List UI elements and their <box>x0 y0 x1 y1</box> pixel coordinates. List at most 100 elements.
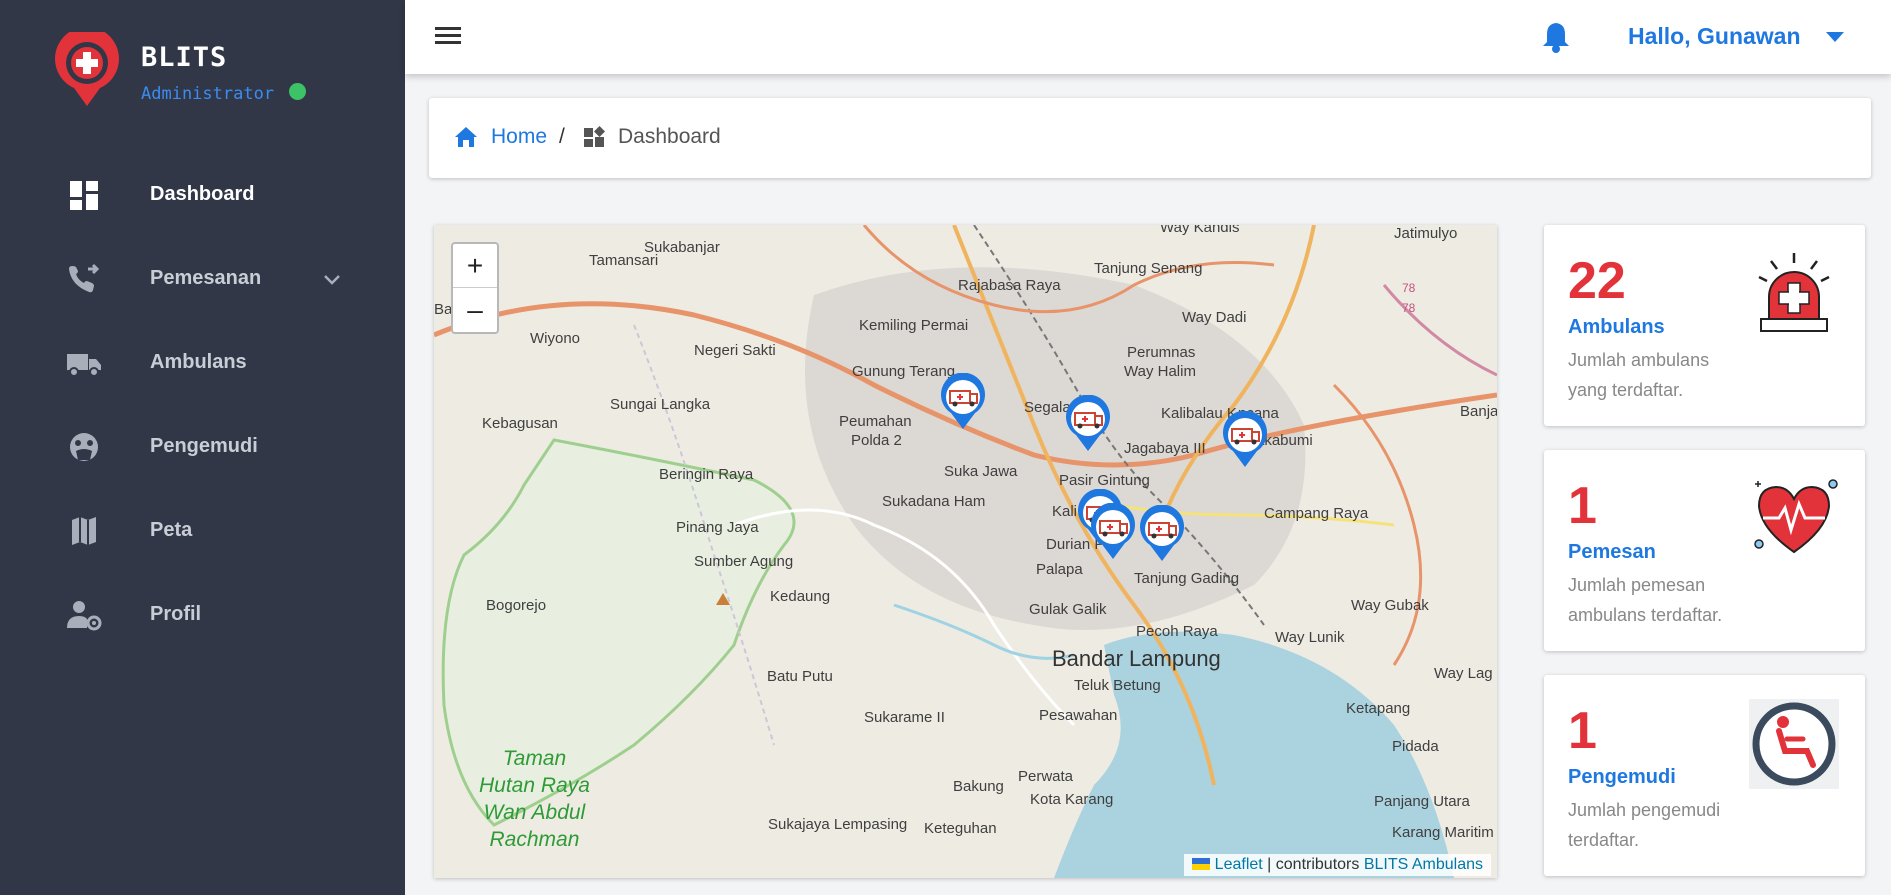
zoom-control: + – <box>451 242 499 334</box>
face-icon <box>70 433 98 461</box>
chevron-down-icon <box>324 275 340 285</box>
heartbeat-icon <box>1754 479 1838 554</box>
map-label: Sungai Langka <box>610 396 711 413</box>
ambulance-marker-icon[interactable] <box>939 373 987 431</box>
notification-bell-icon[interactable] <box>1541 20 1571 54</box>
map-attribution: Leaflet | contributors BLITS Ambulans <box>1183 854 1491 876</box>
map-label: Perwata <box>1018 768 1074 785</box>
map-label: Tanjung Gading <box>1134 570 1240 587</box>
map-label-city: Bandar Lampung <box>1052 646 1221 671</box>
map-label: Pidada <box>1392 738 1439 755</box>
sidebar: BLITS Administrator Dashboard Pemesanan <box>0 0 405 895</box>
map-label: Way Lag <box>1434 665 1493 682</box>
map-label: Perumnas <box>1127 344 1196 361</box>
map-label: Negeri Sakti <box>694 342 776 359</box>
map-label: 78 <box>1402 281 1416 295</box>
zoom-in-button[interactable]: + <box>453 244 497 288</box>
leaflet-link[interactable]: Leaflet <box>1215 856 1263 873</box>
map-label: Sukarame II <box>864 709 945 726</box>
ambulance-logo-icon <box>55 32 119 106</box>
ambulance-marker-icon[interactable] <box>1064 395 1112 453</box>
home-icon[interactable] <box>453 125 479 149</box>
map-label: Pesawahan <box>1039 707 1118 724</box>
user-cog-icon <box>67 601 102 631</box>
stat-description: Jumlah pengemudi terdaftar. <box>1568 800 1721 850</box>
map-label-park: Taman Hutan Raya Wan Abdul Rachman <box>479 747 590 851</box>
map-label: Sukadana Ham <box>882 493 986 510</box>
ambulance-marker-icon[interactable] <box>1221 411 1269 469</box>
truck-icon <box>67 354 101 377</box>
attribution-source-link[interactable]: BLITS Ambulans <box>1364 856 1483 873</box>
map-label: Sumber Agung <box>694 553 794 570</box>
sidebar-item-label: Pemesanan <box>150 267 262 289</box>
map-label: Karang Maritim <box>1392 824 1494 841</box>
map-label: Campang Raya <box>1264 505 1369 522</box>
map-label: Way Gubak <box>1351 597 1429 614</box>
brand-role: Administrator <box>141 84 275 104</box>
sidebar-item-profil[interactable]: Profil <box>0 573 405 657</box>
map-label: Pasir Gintung <box>1059 472 1150 489</box>
map-label: Way Dadi <box>1182 309 1247 326</box>
stat-card-pemesan: 1 Pemesan Jumlah pemesan ambulans terdaf… <box>1544 450 1865 651</box>
map-label: Peumahan <box>839 413 912 430</box>
map-label: Banjar <box>1460 403 1497 420</box>
sidebar-nav: Dashboard Pemesanan Ambulans Pengemudi P… <box>0 153 405 657</box>
map-label: Tamansari <box>589 252 659 269</box>
map-label: Kemiling Permai <box>859 317 969 334</box>
map-label: Pinang Jaya <box>676 519 759 536</box>
map-label: Sukajaya Lempasing <box>768 816 908 833</box>
ambulance-map[interactable]: Sukabanjar Tamansari Rajabasa Raya Tanju… <box>434 225 1497 878</box>
dashboard-icon <box>70 181 98 210</box>
map-icon <box>72 517 96 545</box>
breadcrumb-separator: / <box>559 125 565 148</box>
stat-title: Pengemudi <box>1568 766 1676 788</box>
map-label: Keteguhan <box>924 820 997 837</box>
ambulance-marker-icon[interactable] <box>1089 503 1137 561</box>
user-menu-greeting[interactable]: Hallo, Gunawan <box>1628 23 1801 50</box>
sidebar-item-label: Pengemudi <box>150 435 258 457</box>
brand: BLITS Administrator <box>52 32 382 112</box>
zoom-out-button[interactable]: – <box>453 288 497 332</box>
map-label: Gulak Galik <box>1029 601 1107 618</box>
sidebar-item-label: Ambulans <box>150 351 247 373</box>
ukraine-flag-icon <box>1191 858 1210 870</box>
map-label: Beringin Raya <box>659 466 754 483</box>
hamburger-menu-icon[interactable] <box>433 22 463 50</box>
sidebar-item-pemesanan[interactable]: Pemesanan <box>0 237 405 321</box>
stat-value: 1 <box>1568 702 1597 760</box>
map-label: 78 <box>1402 301 1416 315</box>
map-label: Jatimulyo <box>1394 225 1458 242</box>
stat-title: Pemesan <box>1568 541 1656 563</box>
map-label: Tanjung Senang <box>1094 260 1203 277</box>
map-label: Kota Karang <box>1030 791 1114 808</box>
caret-down-icon[interactable] <box>1824 30 1846 44</box>
map-label: Panjang Utara <box>1374 793 1470 810</box>
map-label: Bakung <box>953 778 1004 795</box>
sidebar-item-dashboard[interactable]: Dashboard <box>0 153 405 237</box>
map-label: Bogorejo <box>486 597 547 614</box>
stat-description: Jumlah pemesan ambulans terdaftar. <box>1568 575 1723 625</box>
sidebar-item-ambulans[interactable]: Ambulans <box>0 321 405 405</box>
phone-forward-icon <box>69 263 100 293</box>
map-label: Wiyono <box>530 330 581 347</box>
sidebar-item-label: Profil <box>150 603 202 625</box>
sidebar-item-peta[interactable]: Peta <box>0 489 405 573</box>
brand-name: BLITS <box>141 42 228 73</box>
stat-value: 1 <box>1568 477 1597 535</box>
breadcrumb: Home / Dashboard <box>429 98 1871 178</box>
sidebar-item-label: Peta <box>150 519 193 541</box>
sidebar-item-pengemudi[interactable]: Pengemudi <box>0 405 405 489</box>
online-status-dot <box>289 83 306 100</box>
stat-card-pengemudi: 1 Pengemudi Jumlah pengemudi terdaftar. <box>1544 675 1865 876</box>
driver-seat-icon <box>1749 699 1839 789</box>
breadcrumb-home-link[interactable]: Home <box>491 125 547 149</box>
map-label: Ketapang <box>1346 700 1411 717</box>
ambulance-marker-icon[interactable] <box>1138 505 1186 563</box>
map-label: Teluk Betung <box>1074 677 1161 694</box>
stat-value: 22 <box>1568 252 1626 310</box>
sidebar-item-label: Dashboard <box>150 183 255 205</box>
map-label: Polda 2 <box>851 432 902 449</box>
map-label: Jagabaya III <box>1124 440 1206 457</box>
breadcrumb-current: Dashboard <box>618 125 721 148</box>
map-label: Kebagusan <box>482 415 558 432</box>
